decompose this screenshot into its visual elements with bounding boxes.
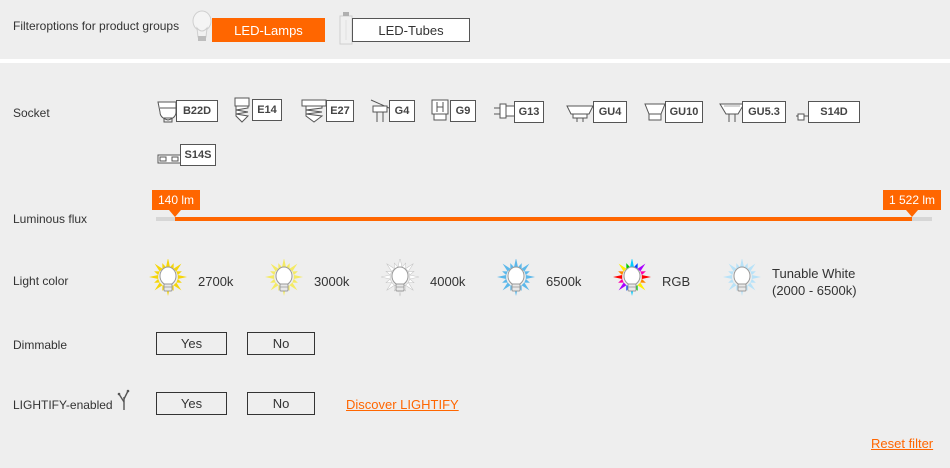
light-color-label: Light color: [13, 274, 69, 288]
socket-label-gu53: GU5.3: [742, 101, 786, 123]
light-color-label-3000k: 3000k: [314, 274, 350, 289]
light-color-option-tunable-white[interactable]: Tunable White (2000 - 6500k): [722, 258, 857, 304]
socket-option-s14s[interactable]: S14S: [156, 143, 216, 167]
lightify-yes-button[interactable]: Yes: [156, 392, 227, 415]
socket-label-g9: G9: [450, 100, 476, 122]
socket-label: Socket: [13, 106, 50, 120]
blue-bulb-icon: [496, 258, 536, 304]
led-tubes-button[interactable]: LED-Tubes: [352, 18, 470, 42]
socket-option-g4[interactable]: G4: [369, 98, 415, 124]
socket-label-e27: E27: [326, 100, 354, 122]
socket-option-e27[interactable]: E27: [300, 98, 354, 124]
luminous-flux-min-pointer[interactable]: [169, 210, 181, 217]
reset-filter-link[interactable]: Reset filter: [871, 436, 933, 451]
e27-socket-icon: [300, 98, 328, 124]
socket-option-e14[interactable]: E14: [232, 96, 282, 124]
light-color-label-6500k: 6500k: [546, 274, 582, 289]
lightify-antenna-icon: [117, 389, 131, 416]
tunable-white-bulb-icon: [722, 258, 762, 304]
socket-label-gu4: GU4: [593, 101, 627, 123]
light-color-option-6500k[interactable]: 6500k: [496, 258, 582, 304]
g9-socket-icon: [430, 98, 452, 124]
light-color-label-4000k: 4000k: [430, 274, 466, 289]
light-color-option-4000k[interactable]: 4000k: [380, 257, 466, 304]
light-color-label-rgb: RGB: [662, 274, 691, 289]
section-divider: [0, 59, 950, 63]
socket-option-gu10[interactable]: GU10: [643, 100, 703, 124]
socket-option-g13[interactable]: G13: [492, 100, 544, 124]
rgb-bulb-icon: [612, 258, 652, 304]
light-color-option-rgb[interactable]: RGB: [612, 258, 691, 304]
gu10-socket-icon: [643, 100, 667, 124]
socket-option-b22d[interactable]: B22D: [156, 98, 218, 124]
luminous-flux-label: Luminous flux: [13, 212, 88, 226]
light-color-option-3000k[interactable]: 3000k: [264, 258, 350, 304]
socket-label-gu10: GU10: [665, 101, 703, 123]
discover-lightify-link[interactable]: Discover LIGHTIFY: [346, 397, 459, 412]
product-groups-label: Filteroptions for product groups: [13, 19, 180, 33]
warm-yellow-bulb-icon: [148, 258, 188, 304]
socket-label-e14: E14: [252, 99, 282, 121]
lightify-no-button[interactable]: No: [247, 392, 315, 415]
e14-socket-icon: [232, 96, 254, 124]
luminous-flux-max-handle[interactable]: 1 522 lm: [883, 190, 942, 210]
socket-option-g9[interactable]: G9: [430, 98, 476, 124]
socket-label-s14d: S14D: [808, 101, 860, 123]
socket-label-g13: G13: [514, 101, 544, 123]
dimmable-label: Dimmable: [13, 338, 68, 352]
socket-option-gu4[interactable]: GU4: [565, 100, 627, 124]
led-lamps-button[interactable]: LED-Lamps: [212, 18, 325, 42]
soft-yellow-bulb-icon: [264, 258, 304, 304]
luminous-flux-selected-range: [175, 217, 912, 221]
lightify-label: LIGHTIFY-enabled: [13, 398, 113, 412]
white-bulb-icon: [380, 257, 420, 304]
light-color-label-2700k: 2700k: [198, 274, 234, 289]
light-color-sublabel-tunable-white: (2000 - 6500k): [772, 282, 857, 298]
luminous-flux-max-pointer[interactable]: [906, 210, 918, 217]
socket-label-b22d: B22D: [176, 100, 218, 122]
dimmable-yes-button[interactable]: Yes: [156, 332, 227, 355]
light-color-option-2700k[interactable]: 2700k: [148, 258, 234, 304]
socket-label-g4: G4: [389, 100, 415, 122]
socket-label-s14s: S14S: [180, 144, 216, 166]
socket-option-s14d[interactable]: S14D: [794, 100, 860, 124]
luminous-flux-min-handle[interactable]: 140 lm: [152, 190, 201, 210]
socket-option-gu53[interactable]: GU5.3: [718, 100, 786, 124]
gu4-socket-icon: [565, 100, 595, 124]
dimmable-no-button[interactable]: No: [247, 332, 315, 355]
light-color-label-tunable-white: Tunable White: [772, 265, 856, 281]
g4-socket-icon: [369, 98, 391, 124]
